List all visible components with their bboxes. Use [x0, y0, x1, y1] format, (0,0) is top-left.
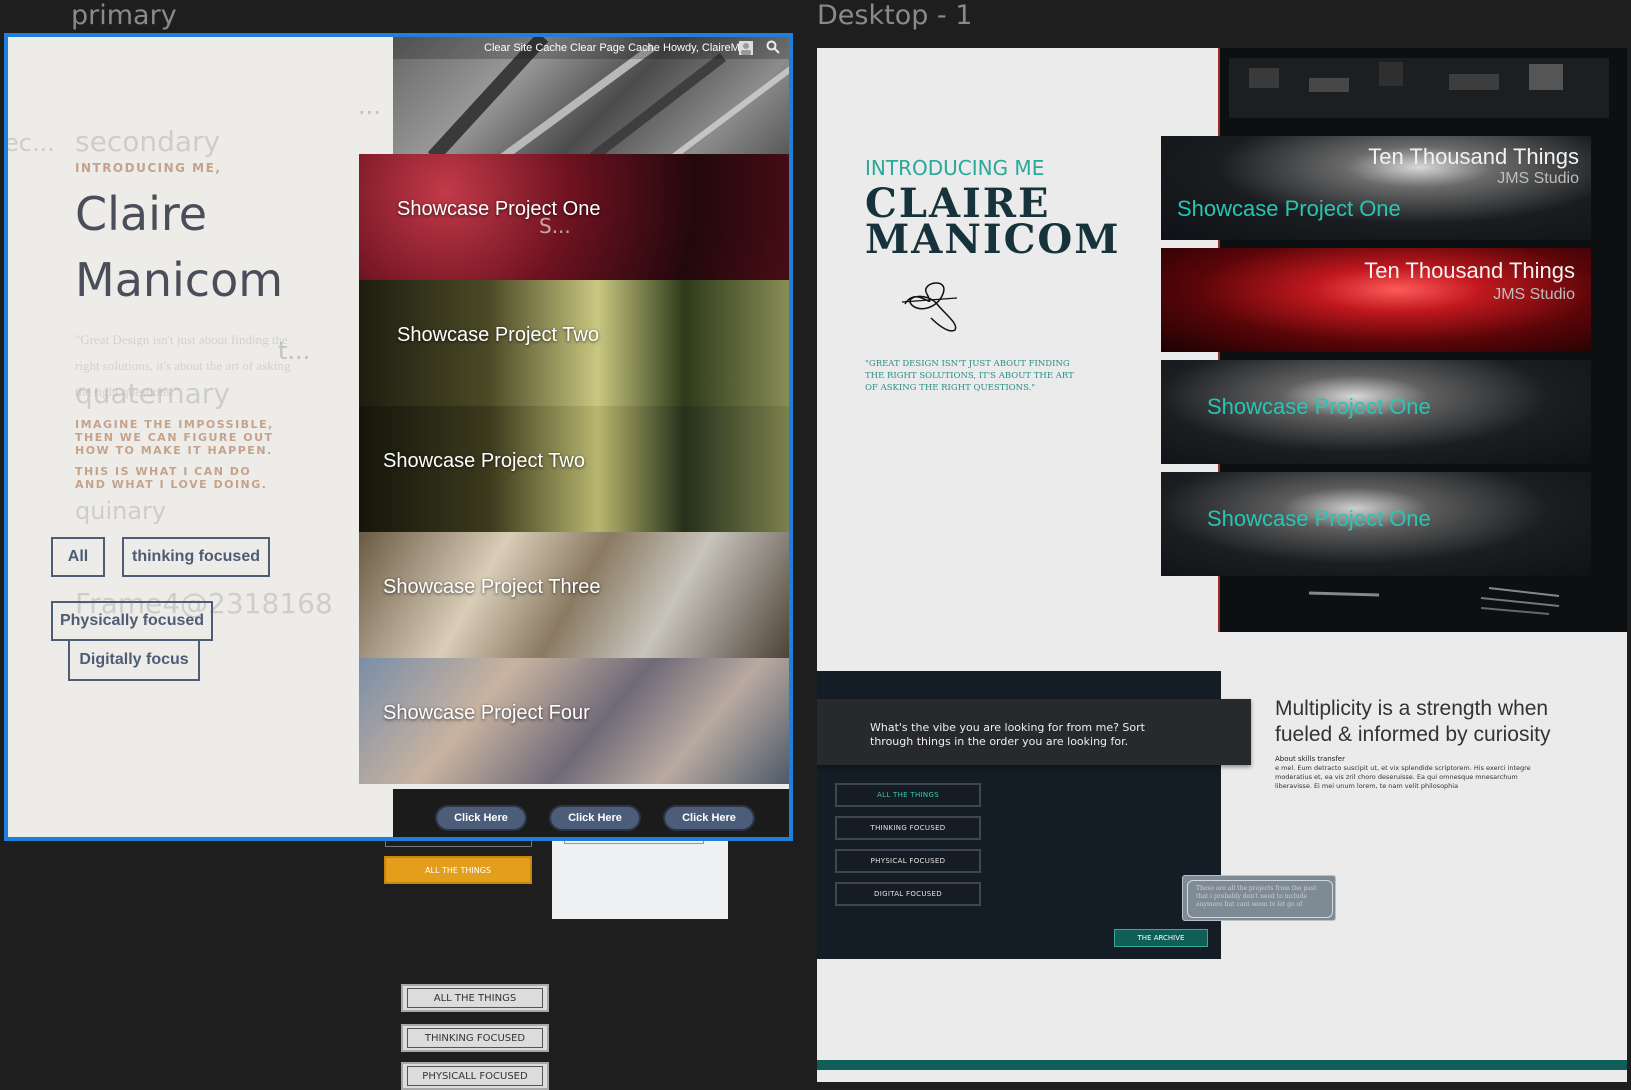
showcase-card[interactable]: Showcase Project Three [359, 532, 789, 658]
card-title: Ten Thousand Things [1368, 144, 1579, 169]
filter-all-button[interactable]: All [51, 537, 105, 577]
white-widget-box [552, 841, 728, 919]
user-avatar-icon[interactable] [739, 41, 753, 55]
gray-thinking-label: THINKING FOCUSED [407, 1028, 543, 1048]
click-here-button[interactable]: Click Here [551, 807, 639, 829]
all-things-button[interactable]: ALL THE THINGS [835, 783, 981, 807]
card-subtitle: JMS Studio [1497, 170, 1579, 187]
ghost-quaternary: quaternary [75, 377, 230, 410]
showcase-title: Showcase Project Four [383, 702, 590, 724]
statement-one: IMAGINE THE IMPOSSIBLE, THEN WE CAN FIGU… [75, 418, 274, 457]
project-card[interactable]: Ten Thousand Things JMS Studio [1161, 248, 1591, 352]
gray-all-things-label: ALL THE THINGS [407, 988, 543, 1008]
filter-digital-button[interactable]: Digitally focus [68, 639, 200, 681]
right-frame-label[interactable]: Desktop - 1 [817, 0, 972, 31]
intro-heading: INTRODUCING ME [865, 156, 1045, 180]
vibe-banner: What's the vibe you are looking for from… [817, 699, 1251, 765]
card-project: Showcase Project One [1207, 394, 1431, 419]
card-project: Showcase Project One [1207, 506, 1431, 531]
ghost-secondary: secondary [75, 125, 221, 158]
ghost-ellipsis-1: ... [358, 92, 381, 120]
physical-focused-button[interactable]: PHYSICAL FOCUSED [835, 849, 981, 873]
showcase-card[interactable]: Showcase Project Two [359, 280, 789, 406]
showcase-title: Showcase Project Two [383, 450, 585, 472]
left-frame-label[interactable]: primary [71, 0, 177, 31]
card-subtitle: JMS Studio [1493, 286, 1575, 303]
statement-two: THIS IS WHAT I CAN DO AND WHAT I LOVE DO… [75, 465, 268, 491]
project-card[interactable]: Showcase Project One [1161, 472, 1591, 576]
showcase-title: Showcase Project Three [383, 576, 601, 598]
click-here-bar: Click Here Click Here Click Here [393, 789, 789, 837]
ghost-ellipsis-3: t... [278, 337, 311, 365]
clear-page-cache-link[interactable]: Clear Page Cache [570, 42, 660, 54]
archive-note: These are all the projects from the past… [1182, 875, 1336, 921]
footer-accent-bar [817, 1060, 1627, 1070]
gray-physical-label: PHYSICALL FOCUSED [407, 1066, 543, 1086]
name-last: Manicom [75, 253, 284, 307]
gray-all-things-button[interactable]: ALL THE THINGS [401, 984, 549, 1012]
sort-panel: What's the vibe you are looking for from… [817, 671, 1251, 959]
about-label: About skills transfer [1275, 755, 1345, 763]
multiplicity-heading: Multiplicity is a strength when fueled &… [1275, 697, 1551, 746]
desktop-frame[interactable]: INTRODUCING ME CLAIRE MANICOM "GREAT DES… [817, 48, 1627, 1082]
widget-edge [564, 841, 704, 844]
hero-image [393, 37, 789, 157]
archive-button[interactable]: THE ARCHIVE [1114, 929, 1208, 947]
intro-label: INTRODUCING ME, [75, 161, 222, 175]
howdy-user-link[interactable]: Howdy, ClaireM [663, 42, 740, 54]
card-title: Ten Thousand Things [1364, 258, 1575, 283]
ghost-ec: ec... [4, 129, 55, 157]
gray-thinking-button[interactable]: THINKING FOCUSED [401, 1024, 549, 1052]
ghost-quinary: quinary [75, 497, 167, 525]
name-first: Claire [75, 187, 208, 241]
click-here-button[interactable]: Click Here [437, 807, 525, 829]
showcase-card[interactable]: Showcase Project Four [359, 658, 789, 784]
filter-thinking-button[interactable]: thinking focused [122, 537, 270, 577]
widget-edge [385, 841, 532, 847]
search-icon[interactable] [766, 40, 780, 54]
archive-note-text: These are all the projects from the past… [1187, 880, 1333, 918]
design-quote: "GREAT DESIGN ISN'T JUST ABOUT FINDING T… [865, 359, 1074, 393]
click-here-button[interactable]: Click Here [665, 807, 753, 829]
thinking-focused-button[interactable]: THINKING FOCUSED [835, 816, 981, 840]
admin-bar-hero: Clear Site Cache Clear Page Cache Howdy,… [393, 37, 789, 157]
vibe-text: What's the vibe you are looking for from… [870, 721, 1145, 748]
digital-focused-button[interactable]: DIGITAL FOCUSED [835, 882, 981, 906]
project-card[interactable]: Ten Thousand Things JMS Studio Showcase … [1161, 136, 1591, 240]
ghost-ellipsis-2: S... [539, 214, 571, 238]
filter-physical-button[interactable]: Physically focused [51, 601, 213, 641]
about-body: e mel. Eum detracto suscipit ut, et vix … [1275, 764, 1531, 790]
signature-image [901, 282, 958, 332]
gray-physical-button[interactable]: PHYSICALL FOCUSED [401, 1062, 549, 1090]
project-card[interactable]: Showcase Project One [1161, 360, 1591, 464]
showcase-card[interactable]: Showcase Project Two [359, 406, 789, 532]
showcase-card[interactable]: Showcase Project One S... [359, 154, 789, 280]
showcase-title: Showcase Project Two [397, 324, 599, 346]
all-things-orange-button[interactable]: ALL THE THINGS [384, 856, 532, 884]
card-project: Showcase Project One [1177, 196, 1401, 221]
clear-site-cache-link[interactable]: Clear Site Cache [484, 42, 567, 54]
name-last: MANICOM [865, 216, 1121, 263]
primary-frame[interactable]: ec... secondary INTRODUCING ME, Claire M… [4, 33, 793, 841]
